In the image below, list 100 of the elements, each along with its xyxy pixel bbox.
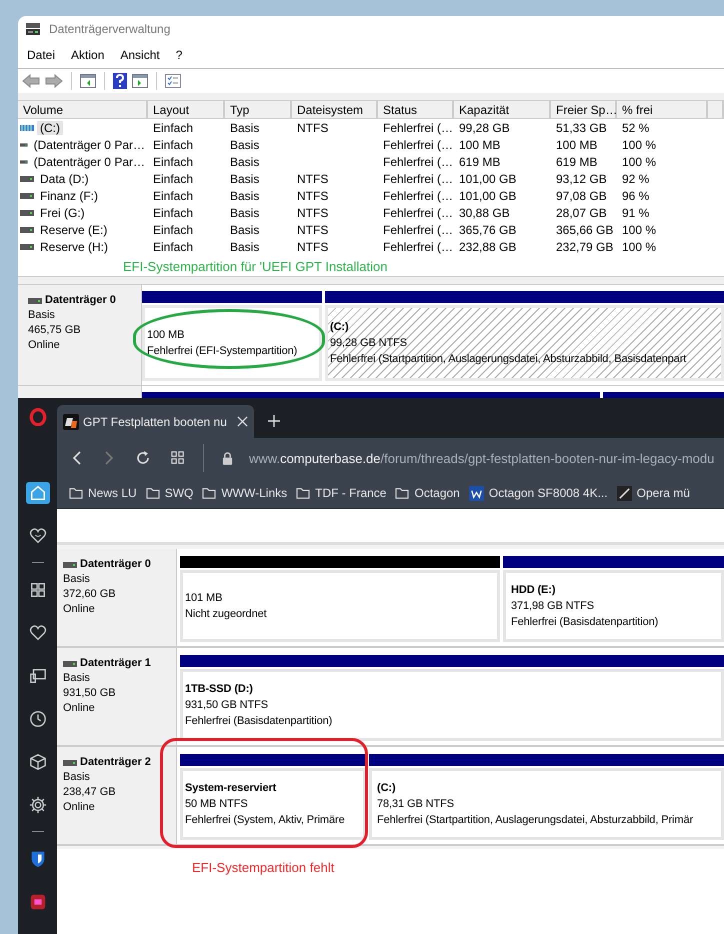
- disk-status: Online: [63, 800, 96, 815]
- forward-arrow-icon[interactable]: [45, 74, 63, 88]
- column-header[interactable]: Dateisystem: [292, 101, 378, 119]
- table-cell: Fehlerfrei (…: [383, 222, 454, 236]
- grid-icon[interactable]: [171, 451, 185, 465]
- folder-icon: [296, 487, 310, 499]
- table-cell: Basis: [230, 206, 260, 220]
- back-arrow-icon[interactable]: [22, 74, 40, 88]
- partition-box[interactable]: 101 MB Nicht zugeordnet: [180, 570, 500, 642]
- bookmark[interactable]: Opera mü: [616, 486, 690, 500]
- volume-icon: [20, 192, 34, 198]
- lock-icon: [222, 452, 233, 464]
- menu-item[interactable]: Ansicht: [120, 48, 160, 62]
- partition-name: System-reserviert: [185, 781, 278, 796]
- help-icon[interactable]: [113, 73, 127, 89]
- striped-volume-icon: [20, 124, 34, 130]
- window-title: Datenträgerverwaltung: [49, 22, 170, 36]
- table-cell: Basis: [230, 188, 260, 202]
- partition-box[interactable]: (C:) 78,31 GB NTFS Fehlerfrei (Startpartition, Auslagerungsdatei, Absturzabbild, Primär: [369, 768, 724, 840]
- partition-box[interactable]: 1TB-SSD (D:) 931,50 GB NTFS Fehlerfrei (Basisdatenpartition): [180, 669, 724, 741]
- bookmark[interactable]: Octagon: [395, 486, 460, 500]
- partition-size: 931,50 GB NTFS: [185, 698, 269, 713]
- table-cell: 365,76 GB: [459, 222, 516, 236]
- folder-icon: [202, 487, 216, 499]
- table-cell[interactable]: (Datenträger 0 Par…: [30, 154, 148, 168]
- new-tab-icon[interactable]: [268, 415, 280, 427]
- site-favicon-icon: [63, 414, 79, 430]
- volume-icon: [20, 226, 34, 232]
- table-cell: 100 MB: [556, 138, 598, 152]
- menu-item[interactable]: ?: [176, 48, 182, 62]
- table-cell: Fehlerfrei (…: [383, 138, 454, 152]
- table-cell: Fehlerfrei (…: [383, 188, 454, 202]
- disk-type: Basis: [63, 671, 91, 686]
- sidebar-button[interactable]: [26, 482, 50, 504]
- reload-icon[interactable]: [135, 450, 151, 466]
- browser-tab[interactable]: GPT Festplatten booten nu: [57, 405, 254, 438]
- table-cell: 51,33 GB: [556, 120, 607, 134]
- opera-logo-icon[interactable]: [28, 408, 46, 426]
- table-cell: NTFS: [297, 222, 328, 236]
- column-header[interactable]: Layout: [148, 101, 225, 119]
- table-cell: Einfach: [153, 120, 194, 134]
- partition-box[interactable]: (C:) 99,28 GB NTFS Fehlerfrei (Startpartition, Auslagerungsdatei, Absturzabbild, Basisdatenpart: [325, 305, 724, 381]
- drive-icon: [25, 22, 41, 36]
- folder-icon: [395, 487, 410, 499]
- table-cell: Einfach: [153, 172, 194, 186]
- partition-status: Nicht zugeordnet: [185, 607, 268, 622]
- table-cell: Basis: [230, 222, 260, 236]
- disk-status: Online: [63, 701, 96, 716]
- column-header[interactable]: % frei: [617, 101, 708, 119]
- column-header[interactable]: Freier Sp…: [551, 101, 617, 119]
- table-cell[interactable]: Frei (G:): [37, 206, 88, 220]
- partition-size: 101 MB: [185, 591, 224, 606]
- back-icon[interactable]: [71, 450, 83, 466]
- bookmark[interactable]: SWQ: [146, 486, 194, 500]
- partition-name: HDD (E:): [511, 583, 556, 598]
- table-cell[interactable]: (Datenträger 0 Par…: [30, 138, 148, 152]
- disk-size: 372,60 GB: [63, 587, 117, 602]
- disk-type: Basis: [63, 770, 91, 785]
- column-header[interactable]: Status: [378, 101, 454, 119]
- column-header[interactable]: Kapazität: [454, 101, 551, 119]
- table-cell: 100 %: [622, 154, 656, 168]
- bookmark[interactable]: WWW-Links: [202, 486, 288, 500]
- table-cell[interactable]: Reserve (E:): [37, 222, 110, 236]
- panel-icon[interactable]: [132, 74, 148, 88]
- bookmark[interactable]: News LU: [69, 486, 137, 500]
- table-cell: 100 %: [622, 138, 656, 152]
- table-cell: 100 %: [622, 222, 656, 236]
- partition-box[interactable]: HDD (E:) 371,98 GB NTFS Fehlerfrei (Basisdatenpartition): [503, 570, 724, 642]
- table-cell: 365,66 GB: [556, 222, 614, 236]
- menu-item[interactable]: Datei: [27, 48, 56, 62]
- table-cell: Fehlerfrei (…: [383, 120, 454, 134]
- disk-name: Datenträger 1: [80, 656, 151, 671]
- panel-icon[interactable]: [80, 74, 96, 88]
- table-cell: 91 %: [622, 206, 650, 220]
- partition-box[interactable]: 100 MB Fehlerfrei (EFI-Systempartition): [142, 305, 322, 381]
- table-cell: Basis: [230, 120, 260, 134]
- table-cell: Basis: [230, 240, 260, 254]
- column-header[interactable]: Typ: [225, 101, 292, 119]
- bookmark[interactable]: TDF - France: [296, 486, 386, 500]
- table-cell: 232,88 GB: [459, 240, 516, 254]
- table-cell: Fehlerfrei (…: [383, 154, 454, 168]
- bookmark[interactable]: Octagon SF8008 4K...: [468, 486, 608, 500]
- close-icon[interactable]: [237, 416, 248, 427]
- table-cell[interactable]: Reserve (H:): [37, 240, 112, 254]
- disk-size: 238,47 GB: [63, 785, 117, 800]
- pen-icon: [616, 486, 632, 500]
- partition-status: Fehlerfrei (EFI-Systempartition): [147, 344, 298, 359]
- checklist-icon[interactable]: [165, 74, 181, 88]
- partition-name: (C:): [377, 781, 397, 796]
- table-cell: NTFS: [297, 188, 328, 202]
- table-cell[interactable]: Finanz (F:): [37, 188, 102, 202]
- partition-name: (C:): [330, 320, 350, 335]
- partition-box[interactable]: System-reserviert 50 MB NTFS Fehlerfrei (System, Aktiv, Primäre: [180, 768, 366, 840]
- column-header[interactable]: Volume: [18, 101, 148, 119]
- table-cell: Einfach: [153, 154, 194, 168]
- table-cell: NTFS: [297, 172, 328, 186]
- table-cell[interactable]: (C:): [37, 120, 63, 134]
- table-cell[interactable]: Data (D:): [37, 172, 92, 186]
- menu-item[interactable]: Aktion: [71, 48, 104, 62]
- table-cell: 96 %: [622, 188, 650, 202]
